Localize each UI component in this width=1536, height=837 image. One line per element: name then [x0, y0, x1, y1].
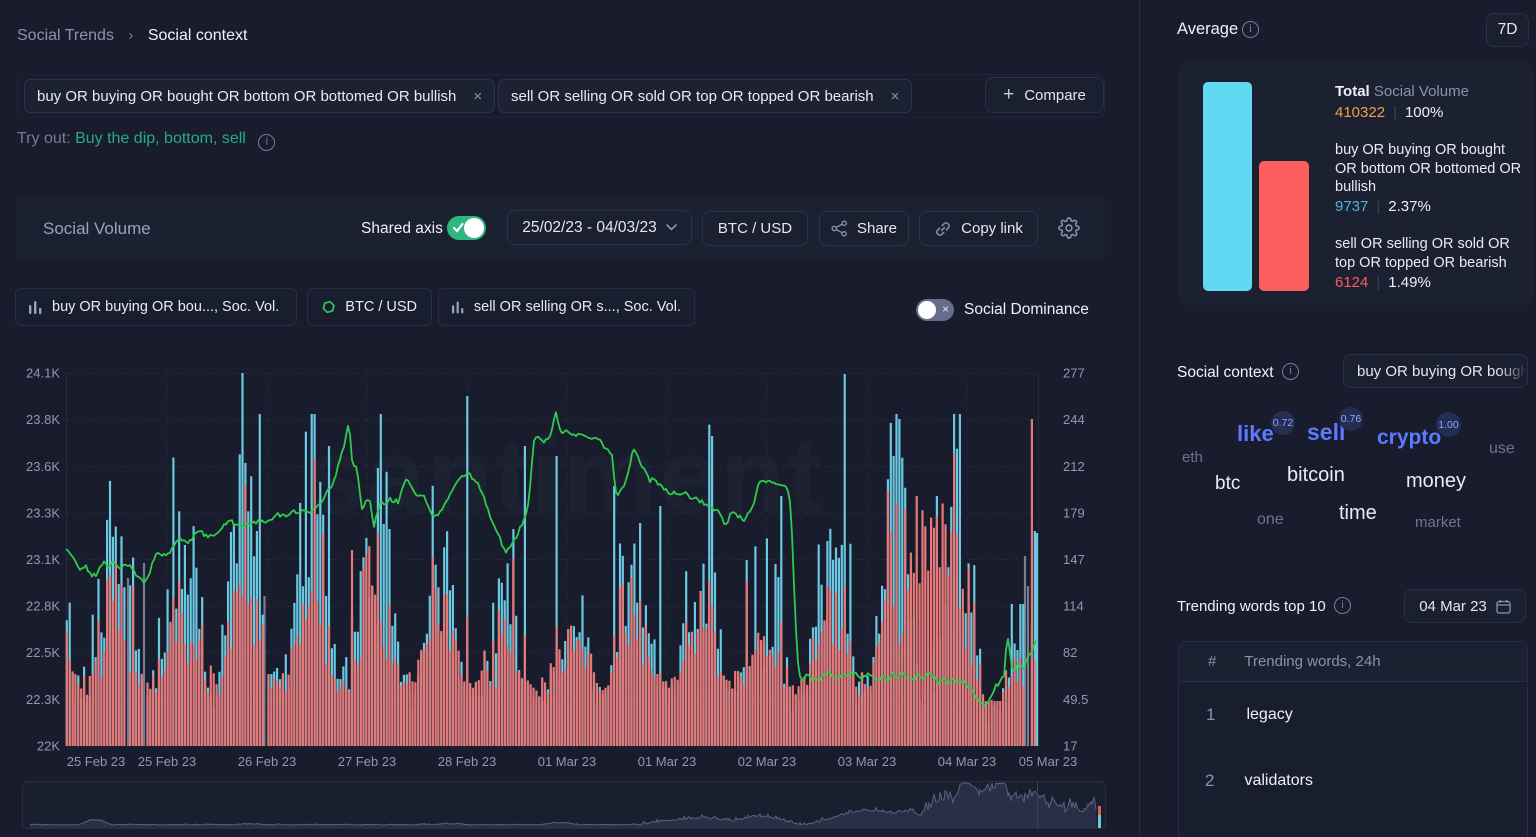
svg-text:82: 82 — [1063, 645, 1077, 660]
svg-text:25 Feb 23: 25 Feb 23 — [138, 754, 197, 769]
svg-text:22.5K: 22.5K — [26, 645, 60, 660]
svg-text:26 Feb 23: 26 Feb 23 — [238, 754, 297, 769]
svg-text:03 Mar 23: 03 Mar 23 — [838, 754, 897, 769]
svg-text:28 Feb 23: 28 Feb 23 — [438, 754, 497, 769]
svg-text:244: 244 — [1063, 412, 1085, 427]
svg-text:02 Mar 23: 02 Mar 23 — [738, 754, 797, 769]
svg-text:277: 277 — [1063, 366, 1085, 381]
svg-text:17: 17 — [1063, 739, 1077, 754]
svg-text:114: 114 — [1063, 599, 1084, 614]
svg-text:27 Feb 23: 27 Feb 23 — [338, 754, 397, 769]
svg-text:23.6K: 23.6K — [26, 459, 60, 474]
svg-text:22K: 22K — [37, 739, 60, 754]
svg-text:23.1K: 23.1K — [26, 552, 60, 567]
svg-text:22.8K: 22.8K — [26, 599, 60, 614]
svg-text:05 Mar 23: 05 Mar 23 — [1019, 754, 1078, 769]
svg-text:49.5: 49.5 — [1063, 692, 1088, 707]
svg-text:179: 179 — [1063, 505, 1085, 520]
svg-text:212: 212 — [1063, 459, 1085, 474]
svg-text:147: 147 — [1063, 552, 1085, 567]
svg-text:23.3K: 23.3K — [26, 505, 60, 520]
svg-text:22.3K: 22.3K — [26, 692, 60, 707]
svg-text:25 Feb 23: 25 Feb 23 — [67, 754, 126, 769]
svg-text:04 Mar 23: 04 Mar 23 — [938, 754, 997, 769]
svg-text:01 Mar 23: 01 Mar 23 — [638, 754, 697, 769]
svg-text:23.8K: 23.8K — [26, 412, 60, 427]
svg-text:24.1K: 24.1K — [26, 366, 60, 381]
svg-text:01 Mar 23: 01 Mar 23 — [538, 754, 597, 769]
